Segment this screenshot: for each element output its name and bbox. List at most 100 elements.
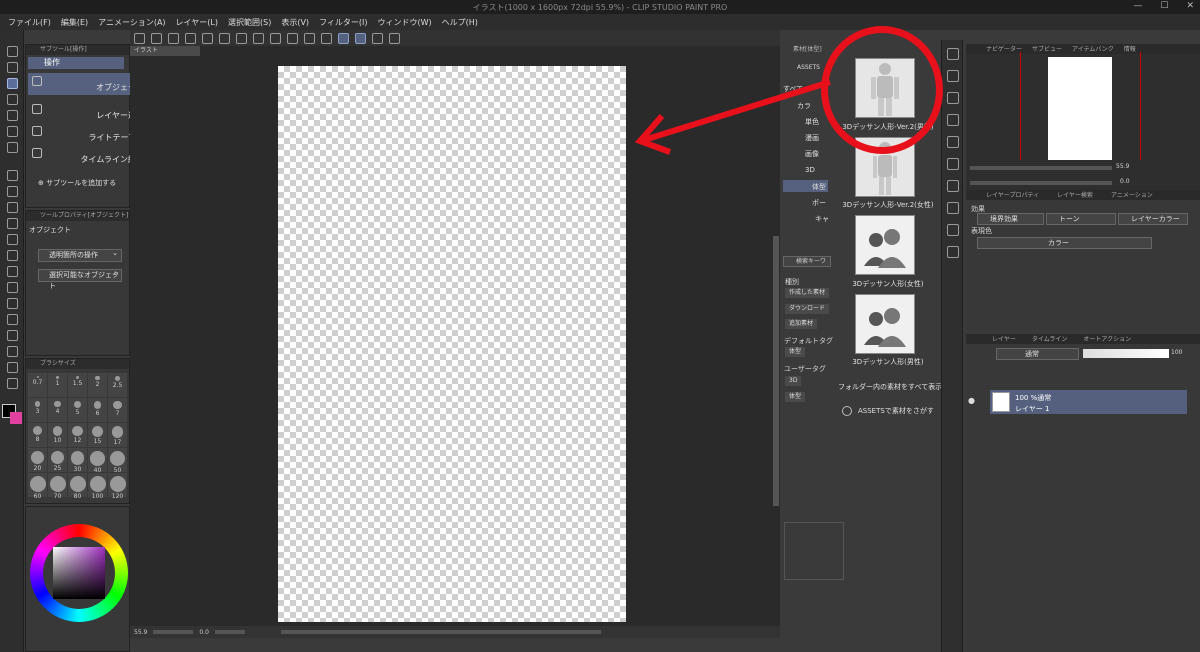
layer-row[interactable]: 100 %通常 レイヤー 1: [990, 390, 1187, 414]
brush-size-cell[interactable]: 80: [68, 473, 87, 500]
material-thumb-female[interactable]: [855, 215, 915, 275]
brush-size-cell[interactable]: 7: [108, 398, 127, 422]
undo-icon[interactable]: [202, 32, 213, 44]
sub-color-swatch[interactable]: [10, 412, 22, 424]
transform-icon[interactable]: [270, 32, 281, 44]
menu-animation[interactable]: アニメーション(A): [98, 17, 165, 28]
brush-size-cell[interactable]: 15: [88, 423, 107, 447]
tree-pose[interactable]: ポー: [812, 198, 826, 208]
tag-added[interactable]: 追加素材: [785, 319, 818, 329]
opacity-slider[interactable]: [1083, 349, 1169, 358]
brush-size-cell[interactable]: 1.5: [68, 373, 87, 397]
hand-tool-icon[interactable]: [7, 62, 18, 73]
blend-mode-dropdown[interactable]: 通常: [996, 348, 1079, 360]
navigator-zoom-slider[interactable]: [970, 166, 1112, 170]
text-tool-icon[interactable]: [7, 346, 18, 357]
selection-tool-icon[interactable]: [7, 110, 18, 121]
navigator-preview[interactable]: [1048, 57, 1112, 160]
brush-tool-icon[interactable]: [7, 202, 18, 213]
help-icon[interactable]: [389, 32, 400, 44]
tag-user-3d[interactable]: 3D: [785, 376, 802, 386]
panel-icon-6[interactable]: [947, 180, 959, 192]
brush-size-cell[interactable]: 50: [108, 448, 127, 474]
maximize-icon[interactable]: ☐: [1160, 1, 1168, 11]
brush-size-cell[interactable]: 20: [28, 448, 47, 472]
tab-layer-property[interactable]: レイヤープロパティ: [986, 190, 1039, 200]
show-area-icon[interactable]: [321, 32, 332, 44]
expression-color-dropdown[interactable]: カラー: [977, 237, 1152, 249]
eraser-tool-icon[interactable]: [7, 234, 18, 245]
menu-selection[interactable]: 選択範囲(S): [228, 17, 271, 28]
brush-size-cell[interactable]: 40: [88, 448, 107, 474]
canvas-hscrollbar[interactable]: [280, 630, 601, 634]
brush-size-cell[interactable]: 70: [48, 473, 67, 500]
zoom-tool-icon[interactable]: [7, 46, 18, 57]
menu-view[interactable]: 表示(V): [281, 17, 309, 28]
panel-icon-4[interactable]: [947, 136, 959, 148]
panel-icon-5[interactable]: [947, 158, 959, 170]
tab-layer[interactable]: レイヤー: [992, 334, 1016, 344]
brush-size-cell[interactable]: 5: [68, 398, 87, 422]
tag-user-bodytype[interactable]: 体型: [785, 392, 806, 402]
brush-size-cell[interactable]: 2: [88, 373, 107, 397]
brush-size-cell[interactable]: 6: [88, 398, 107, 422]
correct-line-tool-icon[interactable]: [7, 378, 18, 389]
brush-size-cell[interactable]: 17: [108, 423, 127, 447]
zoom-slider[interactable]: [153, 630, 194, 634]
selectable-object-dropdown[interactable]: 選択可能なオブジェクト: [38, 268, 122, 290]
snap-grid-icon[interactable]: [372, 32, 383, 44]
brush-size-cell[interactable]: 30: [68, 448, 87, 473]
auto-select-tool-icon[interactable]: [7, 126, 18, 137]
brush-size-cell[interactable]: 1: [48, 373, 67, 397]
material-search-input[interactable]: 検索キーワ: [783, 256, 831, 267]
operation-tool-icon[interactable]: [7, 78, 18, 89]
tone-button[interactable]: トーン: [1046, 213, 1116, 225]
snap-special-icon[interactable]: [355, 32, 366, 44]
zoom-value[interactable]: 55.9: [134, 629, 147, 636]
deselect-icon[interactable]: [287, 32, 298, 44]
add-subtool-button[interactable]: ⊕ サブツールを追加する: [38, 178, 116, 188]
new-file-icon[interactable]: [151, 32, 162, 44]
invert-icon[interactable]: [304, 32, 315, 44]
panel-icon-3[interactable]: [947, 114, 959, 126]
panel-icon-1[interactable]: [947, 70, 959, 82]
menu-help[interactable]: ヘルプ(H): [442, 17, 478, 28]
layer-color-button[interactable]: レイヤーカラー: [1118, 213, 1188, 225]
brush-size-cell[interactable]: 60: [28, 473, 47, 500]
redo-icon[interactable]: [219, 32, 230, 44]
tag-created[interactable]: 作成した素材: [785, 288, 830, 298]
subtool-object[interactable]: オブジェクト: [28, 73, 146, 95]
blend-tool-icon[interactable]: [7, 250, 18, 261]
brush-size-cell[interactable]: 100: [88, 473, 107, 500]
tree-3d[interactable]: 3D: [805, 166, 815, 174]
tab-layer-search[interactable]: レイヤー検索: [1057, 190, 1093, 200]
open-folder-icon[interactable]: [168, 32, 179, 44]
search-icon[interactable]: [947, 48, 959, 60]
brush-size-cell[interactable]: 120: [108, 473, 127, 500]
brush-size-cell[interactable]: 0.7: [28, 373, 47, 397]
minimize-icon[interactable]: —: [1133, 1, 1142, 11]
snap-ruler-icon[interactable]: [338, 32, 349, 44]
menu-window[interactable]: ウィンドウ(W): [378, 17, 432, 28]
frame-tool-icon[interactable]: [7, 314, 18, 325]
subtool-lighttable[interactable]: ライトテーブル: [28, 123, 146, 145]
subtool-layer-select[interactable]: レイヤー選択: [28, 101, 146, 123]
brush-size-cell[interactable]: 3: [28, 398, 47, 422]
subtool-tab-operation[interactable]: 操作: [28, 57, 124, 69]
tab-navigator[interactable]: ナビゲーター: [986, 44, 1022, 54]
canvas-tab[interactable]: イラスト: [130, 46, 200, 56]
pen-tool-icon[interactable]: [7, 170, 18, 181]
angle-value[interactable]: 0.0: [199, 629, 209, 636]
material-thumb-male[interactable]: [855, 294, 915, 354]
eyedropper-tool-icon[interactable]: [7, 142, 18, 153]
panel-icon-8[interactable]: [947, 224, 959, 236]
tab-itembank[interactable]: アイテムバンク: [1072, 44, 1114, 54]
border-effect-button[interactable]: 境界効果: [977, 213, 1044, 225]
canvas-paper[interactable]: [278, 66, 626, 622]
clear-icon[interactable]: [236, 32, 247, 44]
navigator-angle-slider[interactable]: [970, 181, 1112, 185]
angle-slider[interactable]: [214, 630, 245, 634]
pencil-tool-icon[interactable]: [7, 186, 18, 197]
tab-autoaction[interactable]: オートアクション: [1083, 334, 1131, 344]
panel-icon-2[interactable]: [947, 92, 959, 104]
